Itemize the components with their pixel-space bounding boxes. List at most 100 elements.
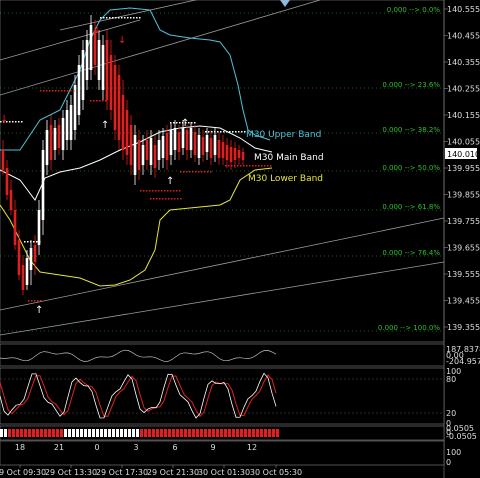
- signal-dot: [149, 190, 151, 192]
- indicator-4-axis: 1000: [446, 448, 461, 467]
- trend-bar: [212, 429, 215, 437]
- signal-dot: [252, 165, 254, 167]
- candle-body: [157, 140, 161, 160]
- signal-dot: [249, 165, 251, 167]
- candle-body: [185, 130, 189, 150]
- candle-body: [121, 95, 125, 150]
- signal-dot: [226, 131, 228, 133]
- trend-bar: [156, 429, 159, 437]
- indicator-panel-4: [0, 440, 445, 466]
- candle-body: [9, 190, 13, 210]
- trend-bar: [232, 429, 235, 437]
- signal-dot: [143, 190, 145, 192]
- candle-body: [45, 130, 49, 165]
- price-tick-label: 140.555: [447, 5, 480, 14]
- candle-body: [57, 125, 61, 148]
- trend-bar: [56, 429, 59, 437]
- trend-bar: [12, 429, 15, 437]
- signal-dot: [162, 198, 164, 200]
- trend-bar: [80, 429, 83, 437]
- signal-dot: [30, 241, 32, 243]
- signal-dot: [191, 122, 193, 124]
- candle-body: [117, 75, 121, 140]
- trend-bar: [132, 429, 135, 437]
- candle-body: [201, 137, 205, 155]
- candle-body: [173, 128, 177, 150]
- hour-label: 3: [133, 443, 138, 452]
- signal-dot: [118, 17, 120, 19]
- trend-bar: [104, 429, 107, 437]
- trend-bar: [176, 429, 179, 437]
- trend-bar: [164, 429, 167, 437]
- candle-body: [97, 40, 101, 80]
- trend-bar: [116, 429, 119, 437]
- candle-body: [89, 25, 93, 70]
- signal-dot: [173, 190, 175, 192]
- signal-dot: [158, 190, 160, 192]
- signal-dot: [204, 171, 206, 173]
- trend-bar: [96, 429, 99, 437]
- trend-bar: [112, 429, 115, 437]
- trend-bar: [224, 429, 227, 437]
- signal-dot: [171, 198, 173, 200]
- candle-body: [169, 130, 173, 155]
- signal-dot: [167, 190, 169, 192]
- signal-dot: [246, 165, 248, 167]
- fib-level-label: 0.000 --> 100.0%: [378, 324, 440, 332]
- candle-body: [129, 125, 133, 165]
- candle-body: [161, 136, 165, 158]
- signal-dot: [261, 165, 263, 167]
- candle-body: [193, 132, 197, 155]
- hour-label: 0: [94, 443, 99, 452]
- trend-bar: [196, 429, 199, 437]
- signal-dot: [220, 131, 222, 133]
- signal-dot: [208, 131, 210, 133]
- price-chart[interactable]: 0.000 --> 0.0% 0.000 --> 23.6% 0.000 --> 3…: [0, 0, 480, 478]
- buy-arrow: ↑: [35, 305, 43, 316]
- sell-arrow: ↓: [93, 25, 101, 36]
- candle-body: [125, 110, 129, 155]
- signal-dot: [121, 17, 123, 19]
- signal-dot: [146, 190, 148, 192]
- trend-bar: [208, 429, 211, 437]
- signal-dot: [67, 90, 69, 92]
- trend-bar: [228, 429, 231, 437]
- signal-dot: [150, 198, 152, 200]
- price-tick-label: 140.055: [447, 138, 480, 147]
- signal-dot: [103, 17, 105, 19]
- candle-body: [213, 135, 217, 155]
- trend-bar: [24, 429, 27, 437]
- candle-body: [229, 147, 233, 162]
- lower-band-label: M30 Lower Band: [248, 174, 323, 184]
- signal-dot: [115, 17, 117, 19]
- signal-dot: [225, 165, 227, 167]
- candle-body: [85, 40, 89, 80]
- signal-dot: [228, 165, 230, 167]
- signal-dot: [156, 198, 158, 200]
- trend-bar: [68, 429, 71, 437]
- signal-dot: [33, 241, 35, 243]
- signal-dot: [211, 131, 213, 133]
- signal-dot: [217, 131, 219, 133]
- signal-dot: [96, 100, 98, 102]
- hour-label: 12: [247, 443, 257, 452]
- signal-dot: [93, 100, 95, 102]
- signal-dot: [176, 122, 178, 124]
- trend-bar: [204, 429, 207, 437]
- time-tick-label: 29 Oct 09:30: [0, 468, 46, 477]
- signal-dot: [192, 171, 194, 173]
- trend-bar: [48, 429, 51, 437]
- trend-bar: [60, 429, 63, 437]
- trend-bar: [240, 429, 243, 437]
- signal-dot: [177, 198, 179, 200]
- trend-bar: [268, 429, 271, 437]
- signal-dot: [40, 90, 42, 92]
- chart-window: 0.000 --> 0.0% 0.000 --> 23.6% 0.000 --> 3…: [0, 0, 480, 478]
- signal-dot: [133, 17, 135, 19]
- time-tick-label: 29 Oct 21:30: [147, 468, 199, 477]
- trend-bar: [160, 429, 163, 437]
- trend-bar: [44, 429, 47, 437]
- signal-dot: [235, 131, 237, 133]
- price-tick-label: 139.955: [447, 164, 480, 173]
- signal-dot: [40, 300, 42, 302]
